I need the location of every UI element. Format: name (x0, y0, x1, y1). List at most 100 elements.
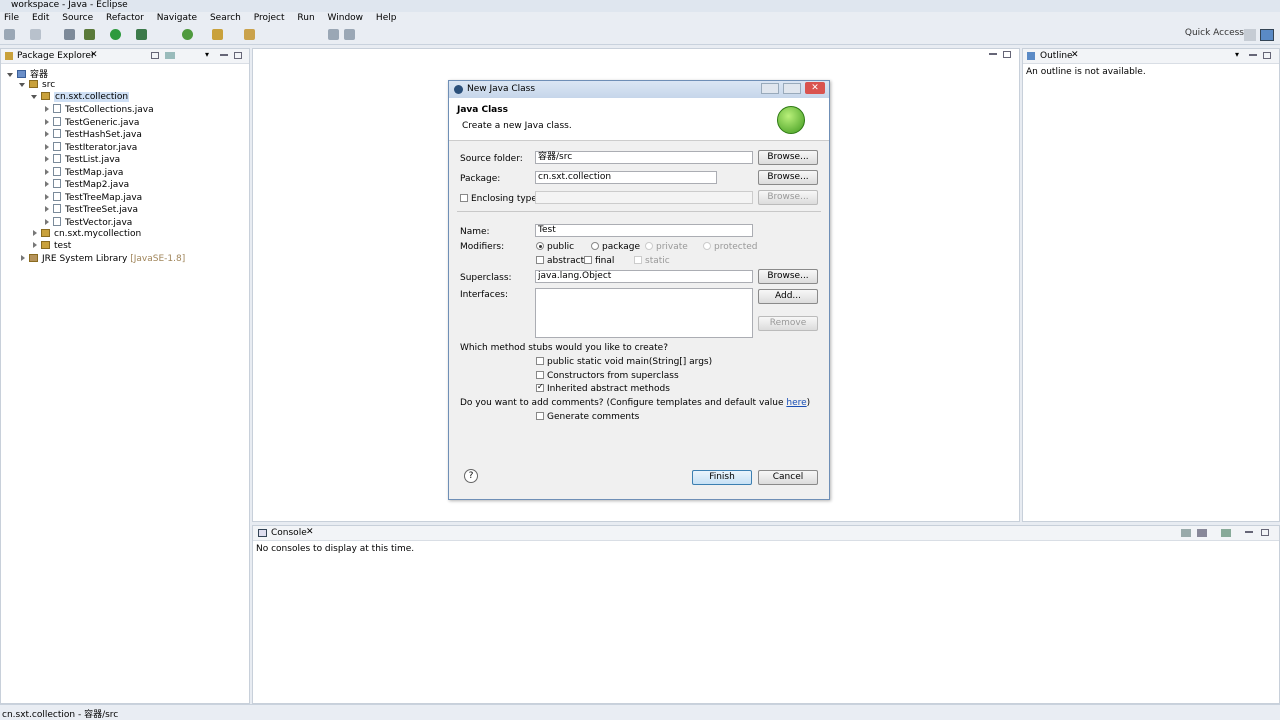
modifier-static-checkbox[interactable]: static (634, 256, 670, 266)
search-icon[interactable] (244, 29, 255, 40)
display-console-icon[interactable] (1197, 529, 1207, 537)
tree-project[interactable]: 容器 (7, 67, 48, 80)
link-editor-icon[interactable] (165, 52, 175, 59)
java-file-icon (53, 142, 61, 151)
tree-package-mycollection[interactable]: cn.sxt.mycollection (33, 229, 141, 239)
close-icon[interactable]: ✕ (1071, 50, 1079, 60)
stub-inherited-checkbox[interactable]: Inherited abstract methods (536, 382, 670, 394)
tree-file[interactable]: TestVector.java (45, 217, 132, 228)
maximize-icon[interactable] (1261, 529, 1269, 536)
minimize-icon[interactable] (1245, 531, 1253, 533)
tree-src-folder[interactable]: src (19, 80, 55, 90)
source-folder-browse-button[interactable]: Browse... (758, 150, 818, 165)
tab-outline[interactable]: Outline (1040, 51, 1073, 61)
menu-file[interactable]: File (4, 13, 19, 23)
tree-file[interactable]: TestTreeSet.java (45, 204, 138, 215)
run-icon[interactable] (110, 29, 121, 40)
configure-templates-link[interactable]: here (786, 398, 806, 408)
menu-navigate[interactable]: Navigate (157, 13, 197, 23)
enclosing-type-checkbox[interactable]: Enclosing type: (460, 194, 540, 204)
tree-file[interactable]: TestMap2.java (45, 179, 129, 190)
editor-minimize-icon[interactable] (989, 53, 997, 55)
menu-search[interactable]: Search (210, 13, 241, 23)
modifier-public-radio[interactable]: public (536, 242, 574, 252)
interfaces-list[interactable] (535, 288, 753, 338)
tree-file[interactable]: TestGeneric.java (45, 117, 139, 128)
modifier-abstract-checkbox[interactable]: abstract (536, 256, 584, 266)
superclass-browse-button[interactable]: Browse... (758, 269, 818, 284)
menu-refactor[interactable]: Refactor (106, 13, 144, 23)
package-browse-button[interactable]: Browse... (758, 170, 818, 185)
open-perspective-icon[interactable] (1244, 29, 1256, 41)
view-menu-icon[interactable]: ▾ (205, 50, 209, 59)
quick-access[interactable]: Quick Access (1185, 28, 1244, 38)
back-icon[interactable] (328, 29, 339, 40)
maximize-icon[interactable] (234, 52, 242, 59)
minimize-icon[interactable] (1249, 54, 1257, 56)
finish-button[interactable]: Finish (692, 470, 752, 485)
java-perspective-icon[interactable] (1260, 29, 1274, 41)
tree-package-collection[interactable]: cn.sxt.collection (31, 92, 130, 102)
generate-comments-checkbox[interactable]: Generate comments (536, 412, 639, 422)
tree-package-test[interactable]: test (33, 241, 71, 251)
maximize-icon[interactable] (1263, 52, 1271, 59)
tree-file[interactable]: TestList.java (45, 154, 120, 165)
source-folder-input[interactable]: 容器/src (535, 151, 753, 164)
close-icon[interactable]: ✕ (805, 82, 825, 94)
modifier-private-radio[interactable]: private (645, 242, 688, 252)
stub-constructors-checkbox[interactable]: Constructors from superclass (536, 371, 679, 381)
superclass-input[interactable]: java.lang.Object (535, 270, 753, 283)
tree-jre-library[interactable]: JRE System Library [JavaSE-1.8] (21, 254, 185, 264)
window-title: workspace - Java - Eclipse (11, 0, 128, 10)
collapse-all-icon[interactable] (151, 52, 159, 59)
editor-maximize-icon[interactable] (1003, 51, 1011, 58)
open-console-icon[interactable] (1221, 529, 1231, 537)
close-icon[interactable]: ✕ (306, 527, 314, 537)
modifier-protected-radio[interactable]: protected (703, 242, 758, 252)
debug-icon[interactable] (84, 29, 95, 40)
interfaces-remove-button[interactable]: Remove (758, 316, 818, 331)
save-icon[interactable] (30, 29, 41, 40)
open-type-icon[interactable] (212, 29, 223, 40)
menu-edit[interactable]: Edit (32, 13, 49, 23)
pin-console-icon[interactable] (1181, 529, 1191, 537)
tree-file[interactable]: TestIterator.java (45, 142, 137, 153)
tree-file[interactable]: TestHashSet.java (45, 129, 142, 140)
enclosing-type-input[interactable] (535, 191, 753, 204)
tree-file[interactable]: TestMap.java (45, 167, 123, 178)
menu-help[interactable]: Help (376, 13, 397, 23)
menu-window[interactable]: Window (328, 13, 364, 23)
coverage-icon[interactable] (136, 29, 147, 40)
outline-panel: Outline ✕ ▾ An outline is not available. (1022, 48, 1280, 522)
tab-console[interactable]: Console (271, 528, 307, 538)
tree-file[interactable]: TestCollections.java (45, 104, 154, 115)
modifier-package-radio[interactable]: package (591, 242, 640, 252)
debug-skip-icon[interactable] (64, 29, 75, 40)
tab-package-explorer[interactable]: Package Explorer (17, 51, 95, 61)
minimize-icon[interactable] (220, 54, 228, 56)
outline-tab-header: Outline ✕ ▾ (1023, 49, 1279, 64)
superclass-label: Superclass: (460, 273, 512, 283)
tree-file[interactable]: TestTreeMap.java (45, 192, 142, 203)
view-menu-icon[interactable]: ▾ (1235, 50, 1239, 59)
status-text: cn.sxt.collection - 容器/src (2, 710, 119, 720)
menu-run[interactable]: Run (297, 13, 314, 23)
minimize-icon[interactable] (761, 83, 779, 94)
new-icon[interactable] (4, 29, 15, 40)
menu-source[interactable]: Source (62, 13, 93, 23)
cancel-button[interactable]: Cancel (758, 470, 818, 485)
enclosing-type-browse-button[interactable]: Browse... (758, 190, 818, 205)
help-icon[interactable]: ? (464, 469, 478, 483)
interfaces-add-button[interactable]: Add... (758, 289, 818, 304)
library-icon (29, 254, 38, 262)
name-input[interactable]: Test (535, 224, 753, 237)
close-icon[interactable]: ✕ (90, 50, 98, 60)
maximize-icon[interactable] (783, 83, 801, 94)
modifier-final-checkbox[interactable]: final (584, 256, 614, 266)
forward-icon[interactable] (344, 29, 355, 40)
new-java-class-icon[interactable] (182, 29, 193, 40)
dialog-title: New Java Class (467, 84, 536, 94)
package-input[interactable]: cn.sxt.collection (535, 171, 717, 184)
menu-project[interactable]: Project (254, 13, 285, 23)
stub-main-checkbox[interactable]: public static void main(String[] args) (536, 357, 712, 367)
